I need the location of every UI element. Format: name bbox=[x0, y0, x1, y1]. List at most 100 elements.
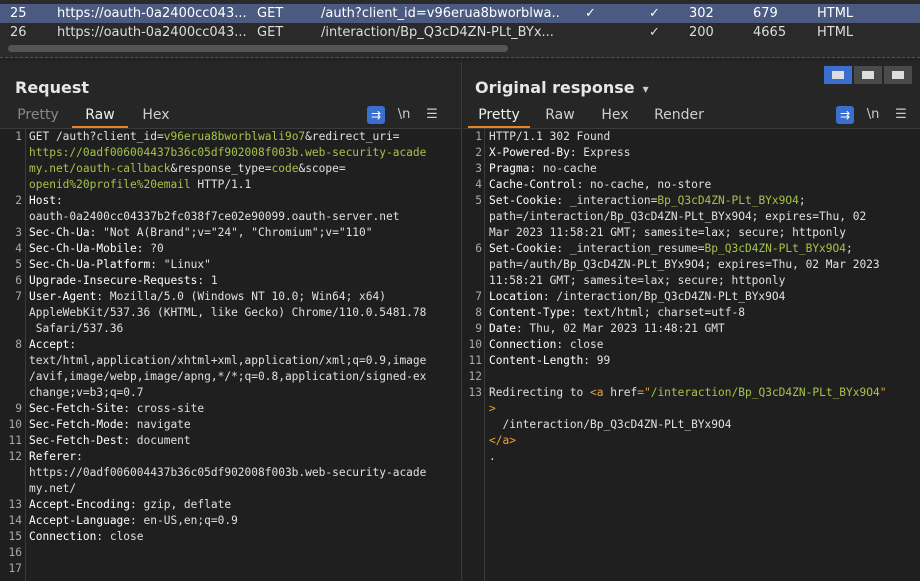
code-line: my.net/ bbox=[29, 481, 426, 497]
tab-render[interactable]: Render bbox=[649, 104, 709, 128]
single-view-icon[interactable] bbox=[884, 66, 912, 84]
menu-icon[interactable]: ☰ bbox=[892, 106, 910, 124]
response-toolbar: ⇉ \n ☰ bbox=[836, 106, 910, 126]
line-number: 2 bbox=[15, 194, 22, 207]
wrap-lines-icon[interactable]: ⇉ bbox=[836, 106, 854, 124]
newline-toggle-icon[interactable]: \n bbox=[395, 106, 413, 124]
code-token: Sec-Fetch-Site bbox=[29, 402, 124, 415]
code-line: Accept-Encoding: gzip, deflate bbox=[29, 497, 426, 513]
row-path: /interaction/Bp_Q3cD4ZN-PLt_BYx... bbox=[321, 25, 554, 40]
code-line: openid%20profile%20email HTTP/1.1 bbox=[29, 177, 426, 193]
tab-hex[interactable]: Hex bbox=[134, 104, 178, 128]
split-view-icon[interactable] bbox=[824, 66, 852, 84]
code-token: Content-Type bbox=[489, 306, 570, 319]
line-number: 6 bbox=[475, 242, 482, 255]
code-line: path=/interaction/Bp_Q3cD4ZN-PLt_BYx9O4;… bbox=[489, 209, 886, 225]
code-line: Referer: bbox=[29, 449, 426, 465]
code-line: Set-Cookie: _interaction=Bp_Q3cD4ZN-PLt_… bbox=[489, 193, 886, 209]
code-token: &response_type= bbox=[170, 162, 272, 175]
code-token: Safari/537.36 bbox=[29, 322, 124, 335]
line-number: 7 bbox=[15, 290, 22, 303]
code-line: Date: Thu, 02 Mar 2023 11:48:21 GMT bbox=[489, 321, 886, 337]
code-line: Redirecting to <a href="/interaction/Bp_… bbox=[489, 385, 886, 401]
wrap-lines-icon[interactable]: ⇉ bbox=[367, 106, 385, 124]
code-line: https://0adf006004437b36c05df902008f003b… bbox=[29, 145, 426, 161]
line-number: 14 bbox=[8, 514, 22, 527]
horizontal-scrollbar[interactable] bbox=[8, 45, 508, 52]
code-line: User-Agent: Mozilla/5.0 (Windows NT 10.0… bbox=[29, 289, 426, 305]
code-token: Sec-Fetch-Dest bbox=[29, 434, 124, 447]
history-row[interactable]: 25 https://oauth-0a2400cc043... GET /aut… bbox=[0, 4, 920, 23]
line-number: 1 bbox=[15, 130, 22, 143]
code-line: my.net/oauth-callback&response_type=code… bbox=[29, 161, 426, 177]
code-token: Upgrade-Insecure-Requests bbox=[29, 274, 198, 287]
tab-pretty[interactable]: Pretty bbox=[468, 104, 530, 128]
code-token: : Thu, 02 Mar 2023 11:48:21 GMT bbox=[515, 322, 725, 335]
code-token: : gzip, deflate bbox=[130, 498, 232, 511]
menu-icon[interactable]: ☰ bbox=[423, 106, 441, 124]
code-token: path=/interaction/Bp_Q3cD4ZN-PLt_BYx9O4;… bbox=[489, 210, 867, 223]
code-line: Accept: bbox=[29, 337, 426, 353]
row-mime: HTML bbox=[817, 25, 854, 40]
response-code[interactable]: HTTP/1.1 302 Found X-Powered-By: Express P… bbox=[489, 129, 886, 465]
tab-raw[interactable]: Raw bbox=[537, 104, 583, 128]
request-code[interactable]: GET /auth?client_id=v96erua8bworblwali9o… bbox=[29, 129, 426, 577]
code-line: X-Powered-By: Express bbox=[489, 145, 886, 161]
code-token: https://0adf006004437b36c05df902008f003b… bbox=[29, 146, 427, 159]
code-token: : cross-site bbox=[123, 402, 205, 415]
code-token: GET /auth?client_id= bbox=[29, 130, 164, 143]
code-token: Set-Cookie bbox=[489, 242, 557, 255]
code-token: Content-Length bbox=[489, 354, 584, 367]
history-row[interactable]: 26 https://oauth-0a2400cc043... GET /int… bbox=[0, 23, 920, 42]
line-number: 8 bbox=[15, 338, 22, 351]
code-token: : "Not A(Brand";v="24", "Chromium";v="11… bbox=[89, 226, 373, 239]
code-token: Redirecting to bbox=[489, 386, 591, 399]
line-number: 13 bbox=[8, 498, 22, 511]
line-number: 4 bbox=[15, 242, 22, 255]
code-line: change;v=b3;q=0.7 bbox=[29, 385, 426, 401]
response-editor[interactable]: 1 2 3 4 5 6 7 8 9 10 11 12 13 HTTP/1.1 302 Found X-Po… bbox=[463, 128, 920, 581]
code-token: HTTP/1.1 302 Found bbox=[489, 130, 611, 143]
code-token: Location bbox=[489, 290, 543, 303]
code-token: Sec-Ch-Ua-Mobile bbox=[29, 242, 137, 255]
code-token: Mar 2023 11:58:21 GMT; samesite=lax; sec… bbox=[489, 226, 846, 239]
code-token: openid%20profile%20email bbox=[29, 178, 191, 191]
code-token: : bbox=[55, 194, 63, 207]
code-line: HTTP/1.1 302 Found bbox=[489, 129, 886, 145]
code-token: <a bbox=[590, 386, 611, 399]
code-token: : bbox=[69, 338, 77, 351]
line-number: 1 bbox=[475, 130, 482, 143]
stacked-view-icon[interactable] bbox=[854, 66, 882, 84]
line-number: 3 bbox=[475, 162, 482, 175]
code-token: text/html,application/xhtml+xml,applicat… bbox=[29, 354, 427, 367]
newline-toggle-icon[interactable]: \n bbox=[864, 106, 882, 124]
row-path: /auth?client_id=v96erua8bworblwa... bbox=[321, 6, 561, 21]
line-number: 17 bbox=[8, 562, 22, 575]
code-token: </a> bbox=[489, 434, 516, 447]
code-line: GET /auth?client_id=v96erua8bworblwali9o… bbox=[29, 129, 426, 145]
code-token: Sec-Ch-Ua bbox=[29, 226, 90, 239]
row-method: GET bbox=[257, 25, 284, 40]
line-number: 9 bbox=[475, 322, 482, 335]
splitter[interactable] bbox=[0, 57, 920, 61]
code-line: Sec-Fetch-Dest: document bbox=[29, 433, 426, 449]
line-number: 15 bbox=[8, 530, 22, 543]
line-number: 13 bbox=[468, 386, 482, 399]
tab-pretty[interactable]: Pretty bbox=[8, 104, 68, 128]
code-token: : Mozilla/5.0 (Windows NT 10.0; Win64; x… bbox=[96, 290, 386, 303]
tab-hex[interactable]: Hex bbox=[593, 104, 637, 128]
code-line: Connection: close bbox=[489, 337, 886, 353]
tab-raw[interactable]: Raw bbox=[72, 104, 128, 128]
row-number: 26 bbox=[10, 25, 27, 40]
code-token: ; bbox=[798, 194, 806, 207]
row-status: 200 bbox=[689, 25, 714, 40]
code-token: HTTP/1.1 bbox=[190, 178, 252, 191]
code-line: Upgrade-Insecure-Requests: 1 bbox=[29, 273, 426, 289]
request-editor[interactable]: 1 2 3 4 5 6 7 8 9 10 11 12 13 14 15 16 17 GET /auth?clie… bbox=[0, 128, 461, 581]
code-token: AppleWebKit/537.36 (KHTML, like Gecko) C… bbox=[29, 306, 427, 319]
response-title[interactable]: Original response ▾ bbox=[475, 78, 649, 97]
chevron-down-icon[interactable]: ▾ bbox=[643, 82, 649, 96]
line-number: 9 bbox=[15, 402, 22, 415]
code-token: &redirect_uri= bbox=[305, 130, 400, 143]
code-token: Bp_Q3cD4ZN-PLt_BYx9O4 bbox=[657, 194, 799, 207]
